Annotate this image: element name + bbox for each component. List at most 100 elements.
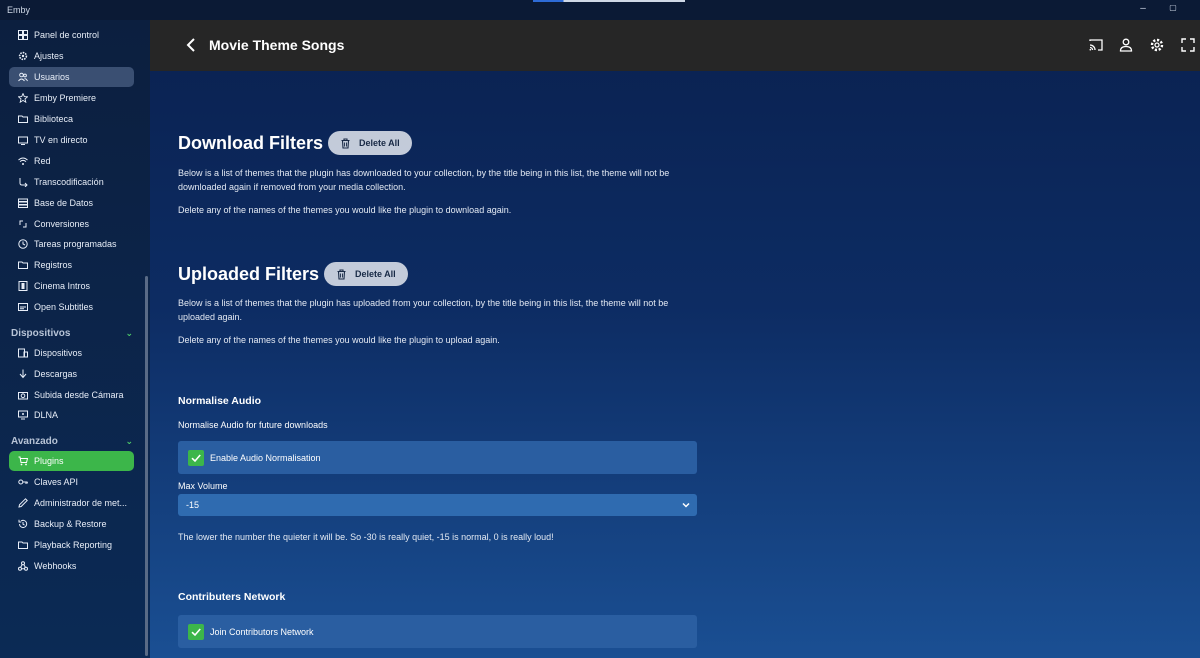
tv-icon	[18, 135, 28, 145]
download-filters-description: Below is a list of themes that the plugi…	[178, 168, 670, 192]
sidebar-item-label: Panel de control	[34, 30, 100, 40]
sync-icon	[18, 219, 28, 229]
cart-icon	[18, 456, 28, 466]
star-icon	[18, 93, 28, 103]
sidebar-scrollbar[interactable]	[145, 276, 148, 656]
chevron-down-icon	[682, 502, 690, 508]
normalise-audio-subtitle: Normalise Audio for future downloads	[178, 420, 328, 430]
film-icon	[18, 281, 28, 291]
uploaded-filters-description: Below is a list of themes that the plugi…	[178, 298, 669, 322]
sidebar-item-conversiones[interactable]: Conversiones	[9, 214, 134, 234]
chevron-down-icon[interactable]: ⌄	[125, 436, 133, 447]
section-title: Avanzado	[11, 435, 58, 447]
sidebar-item-biblioteca[interactable]: Biblioteca	[9, 109, 134, 129]
upload-delete-all-button[interactable]: Delete All	[324, 262, 408, 286]
download-filters-heading: Download Filters	[178, 133, 324, 153]
join-contributors-network-row[interactable]: Join Contributors Network	[178, 615, 697, 648]
join-contributors-network-checkbox[interactable]	[188, 623, 204, 640]
sidebar-item-backup-restore[interactable]: Backup & Restore	[9, 514, 134, 534]
sidebar-item-playback-reporting[interactable]: Playback Reporting	[9, 535, 134, 555]
sidebar-item-label: Red	[34, 156, 51, 166]
back-arrow-icon[interactable]	[183, 36, 199, 54]
checkbox-label: Enable Audio Normalisation	[210, 452, 321, 463]
sidebar-item-descargas[interactable]: Descargas	[9, 364, 134, 384]
checkmark-icon	[191, 453, 201, 462]
cast-icon[interactable]	[1088, 37, 1104, 53]
titlebar-accent	[533, 0, 685, 2]
sidebar-item-red[interactable]: Red	[9, 151, 134, 171]
chevron-down-icon[interactable]: ⌄	[125, 328, 133, 339]
user-icon[interactable]	[1118, 37, 1134, 53]
sidebar-item-label: Base de Datos	[34, 198, 94, 208]
section-dispositivos[interactable]: Dispositivos ⌄	[11, 325, 133, 341]
sidebar-item-registros[interactable]: Registros	[9, 255, 134, 275]
folder-icon	[18, 260, 28, 270]
folder-icon	[18, 540, 28, 550]
key-icon	[18, 477, 28, 487]
subtitles-icon	[18, 302, 28, 312]
sidebar-item-cinema-intros[interactable]: Cinema Intros	[9, 276, 134, 296]
sidebar-item-label: Ajustes	[34, 51, 64, 61]
max-volume-select[interactable]: -15	[178, 494, 697, 516]
sidebar-item-label: Subida desde Cámara	[34, 390, 124, 400]
sidebar-item-label: Claves API	[34, 477, 79, 487]
app-name: Emby	[7, 5, 31, 15]
sidebar-item-label: Usuarios	[34, 72, 70, 82]
fullscreen-icon[interactable]	[1180, 37, 1196, 53]
minimize-icon[interactable]: –	[1136, 3, 1150, 14]
sidebar-item-label: Backup & Restore	[34, 519, 107, 529]
maximize-icon[interactable]: ▢	[1166, 3, 1180, 12]
max-volume-label: Max Volume	[178, 481, 228, 491]
sidebar-item-usuarios[interactable]: Usuarios	[9, 67, 134, 87]
main-content: Movie Theme Songs Download Filters Delet…	[150, 20, 1200, 658]
uploaded-filters-note: Delete any of the names of the themes yo…	[178, 335, 500, 345]
sidebar-item-emby-premiere[interactable]: Emby Premiere	[9, 88, 134, 108]
pencil-icon	[18, 498, 28, 508]
database-icon	[18, 198, 28, 208]
gear-icon	[18, 51, 28, 61]
uploaded-filters-heading: Uploaded Filters	[178, 264, 320, 284]
devices-icon	[18, 348, 28, 358]
sidebar-item-label: Emby Premiere	[34, 93, 97, 103]
sidebar-item-tv-en-directo[interactable]: TV en directo	[9, 130, 134, 150]
sidebar-item-label: Conversiones	[34, 219, 90, 229]
sidebar-item-panel-de-control[interactable]: Panel de control	[9, 25, 134, 45]
sidebar: Panel de control Ajustes Usuarios Emby P…	[0, 20, 150, 658]
sidebar-item-label: Tareas programadas	[34, 239, 117, 249]
button-label: Delete All	[355, 269, 396, 279]
max-volume-hint: The lower the number the quieter it will…	[178, 532, 554, 542]
sidebar-item-label: Webhooks	[34, 561, 77, 571]
sidebar-item-dlna[interactable]: DLNA	[9, 405, 134, 425]
enable-audio-normalisation-row[interactable]: Enable Audio Normalisation	[178, 441, 697, 474]
enable-audio-normalisation-checkbox[interactable]	[188, 449, 204, 466]
sidebar-item-webhooks[interactable]: Webhooks	[9, 556, 134, 576]
sidebar-item-ajustes[interactable]: Ajustes	[9, 46, 134, 66]
sidebar-item-label: Registros	[34, 260, 73, 270]
sidebar-item-administrador-de-metadatos[interactable]: Administrador de met...	[9, 493, 134, 513]
clock-icon	[18, 239, 28, 249]
webhook-icon	[18, 561, 28, 571]
sidebar-item-label: Biblioteca	[34, 114, 74, 124]
sidebar-item-subida-desde-camara[interactable]: Subida desde Cámara	[9, 385, 134, 405]
sidebar-item-tareas-programadas[interactable]: Tareas programadas	[9, 234, 134, 254]
sidebar-item-transcodificacion[interactable]: Transcodificación	[9, 172, 134, 192]
transcode-icon	[18, 177, 28, 187]
sidebar-item-open-subtitles[interactable]: Open Subtitles	[9, 297, 134, 317]
sidebar-item-label: Plugins	[34, 456, 64, 466]
sidebar-item-label: Playback Reporting	[34, 540, 113, 550]
window-titlebar: Emby – ▢	[0, 0, 1200, 20]
camera-icon	[18, 390, 28, 400]
users-icon	[18, 72, 28, 82]
trash-icon	[337, 268, 346, 280]
wifi-icon	[18, 156, 28, 166]
section-avanzado[interactable]: Avanzado ⌄	[11, 433, 133, 449]
sidebar-item-plugins[interactable]: Plugins	[9, 451, 134, 471]
gear-icon[interactable]	[1149, 37, 1165, 53]
page-header: Movie Theme Songs	[150, 20, 1200, 71]
sidebar-item-claves-api[interactable]: Claves API	[9, 472, 134, 492]
sidebar-item-label: Cinema Intros	[34, 281, 91, 291]
download-delete-all-button[interactable]: Delete All	[328, 131, 412, 155]
sidebar-item-label: TV en directo	[34, 135, 88, 145]
sidebar-item-dispositivos[interactable]: Dispositivos	[9, 343, 134, 363]
sidebar-item-base-de-datos[interactable]: Base de Datos	[9, 193, 134, 213]
